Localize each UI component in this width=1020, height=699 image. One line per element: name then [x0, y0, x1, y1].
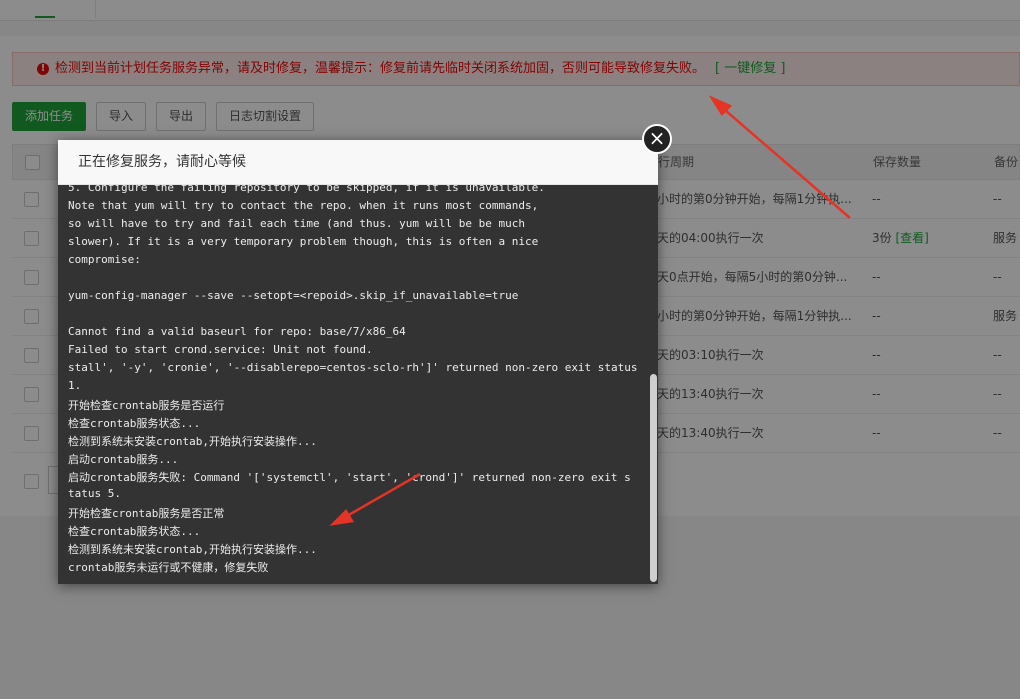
annotation-arrow-bottom [329, 472, 421, 526]
annotation-arrows [329, 95, 851, 526]
annotation-arrow-top [708, 95, 851, 219]
